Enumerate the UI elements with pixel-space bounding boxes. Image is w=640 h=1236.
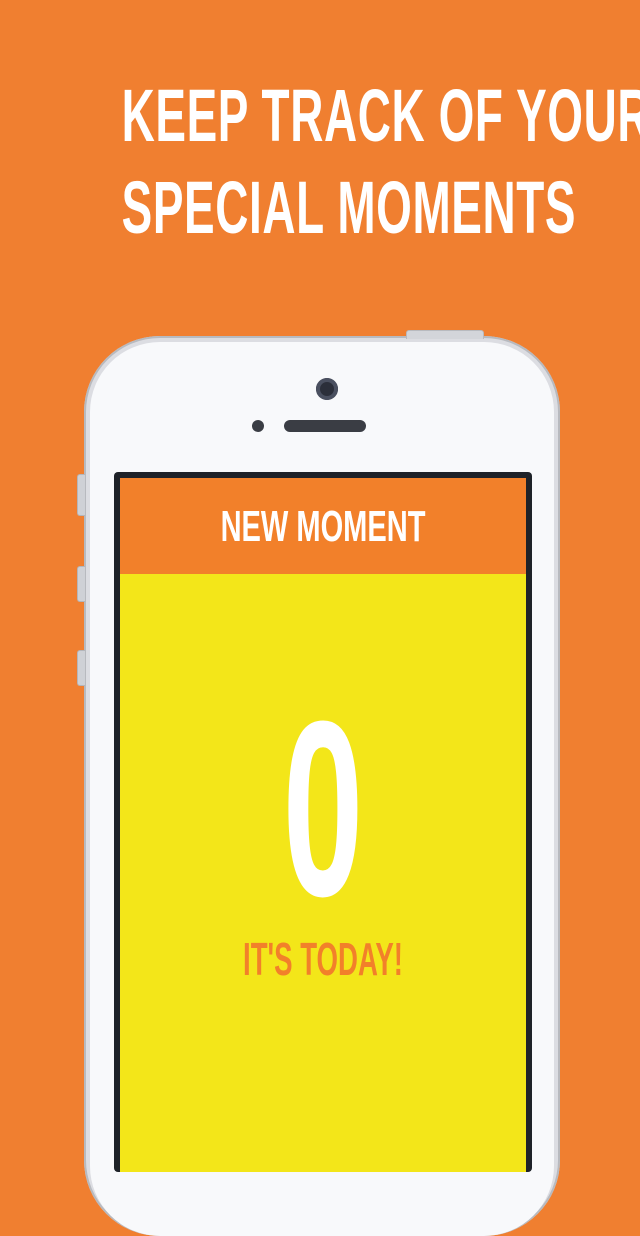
volume-down-button (77, 650, 85, 686)
headline-line-1: KEEP TRACK OF YOUR (121, 74, 640, 157)
app-view: NEW MOMENT 0 IT'S TODAY! (120, 478, 526, 1172)
promo-headline: KEEP TRACK OF YOUR SPECIAL MOMENTS (121, 70, 640, 254)
earpiece-speaker-icon (284, 420, 366, 432)
headline-line-2: SPECIAL MOMENTS (121, 166, 577, 249)
app-header: NEW MOMENT (120, 478, 526, 574)
proximity-sensor-icon (252, 420, 264, 432)
power-button (406, 330, 484, 339)
front-camera-icon (316, 378, 338, 400)
mute-switch (77, 474, 85, 516)
phone-screen: NEW MOMENT 0 IT'S TODAY! (114, 472, 532, 1172)
day-caption: IT'S TODAY! (243, 933, 403, 985)
day-counter: 0 (282, 669, 364, 948)
header-title: NEW MOMENT (220, 502, 426, 551)
volume-up-button (77, 566, 85, 602)
